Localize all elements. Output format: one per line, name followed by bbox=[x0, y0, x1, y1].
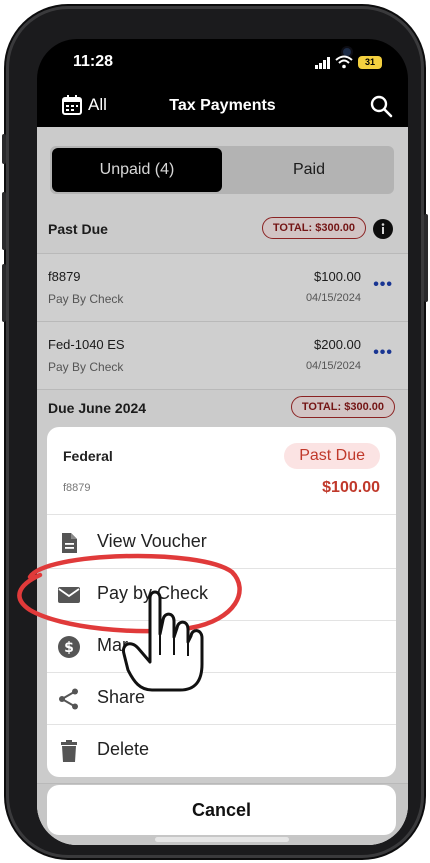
cancel-button[interactable]: Cancel bbox=[47, 785, 396, 835]
page-title: Tax Payments bbox=[169, 97, 276, 114]
search-icon[interactable] bbox=[369, 94, 393, 118]
status-time: 11:28 bbox=[73, 53, 114, 70]
delete-button[interactable]: Delete bbox=[47, 725, 396, 777]
action-label: Delete bbox=[97, 739, 150, 759]
action-label: View Voucher bbox=[97, 531, 207, 551]
envelope-icon bbox=[58, 587, 80, 603]
signal-icon bbox=[315, 57, 330, 69]
agency-name: Federal bbox=[63, 448, 113, 464]
action-sheet: Federal f8879 Past Due $100.00 View Vouc… bbox=[47, 427, 396, 777]
action-label: Pay by Check bbox=[97, 583, 209, 603]
nav-bar: All Tax Payments bbox=[37, 89, 408, 127]
trash-icon bbox=[61, 740, 77, 762]
svg-text:$: $ bbox=[64, 640, 74, 656]
notch bbox=[117, 39, 351, 71]
status-bar: 11:28 31 bbox=[37, 39, 408, 89]
payment-amount: $100.00 bbox=[322, 479, 380, 496]
document-icon bbox=[62, 533, 77, 553]
battery-icon: 31 bbox=[358, 56, 382, 69]
volume-down-button bbox=[2, 264, 6, 322]
action-label: Mar bbox=[97, 635, 128, 655]
screen: 11:28 31 All Tax Payments Unpaid (4) Pai… bbox=[37, 39, 408, 845]
share-icon bbox=[59, 688, 78, 710]
phone-frame: 11:28 31 All Tax Payments Unpaid (4) Pai… bbox=[2, 6, 428, 858]
action-label: Share bbox=[97, 687, 146, 707]
power-button bbox=[424, 214, 428, 302]
volume-up-button bbox=[2, 192, 6, 250]
status-badge: Past Due bbox=[284, 443, 380, 469]
mark-paid-button[interactable]: $ Mar bbox=[47, 621, 396, 673]
view-voucher-button[interactable]: View Voucher bbox=[47, 517, 396, 569]
wifi-icon bbox=[335, 55, 353, 69]
share-button[interactable]: Share bbox=[47, 673, 396, 725]
dollar-circle-icon: $ bbox=[58, 636, 80, 658]
pay-by-check-button[interactable]: Pay by Check bbox=[47, 569, 396, 621]
sheet-header: Federal f8879 Past Due $100.00 bbox=[47, 427, 396, 515]
home-indicator bbox=[155, 837, 289, 842]
form-id: f8879 bbox=[63, 482, 91, 494]
mute-switch bbox=[2, 134, 6, 164]
